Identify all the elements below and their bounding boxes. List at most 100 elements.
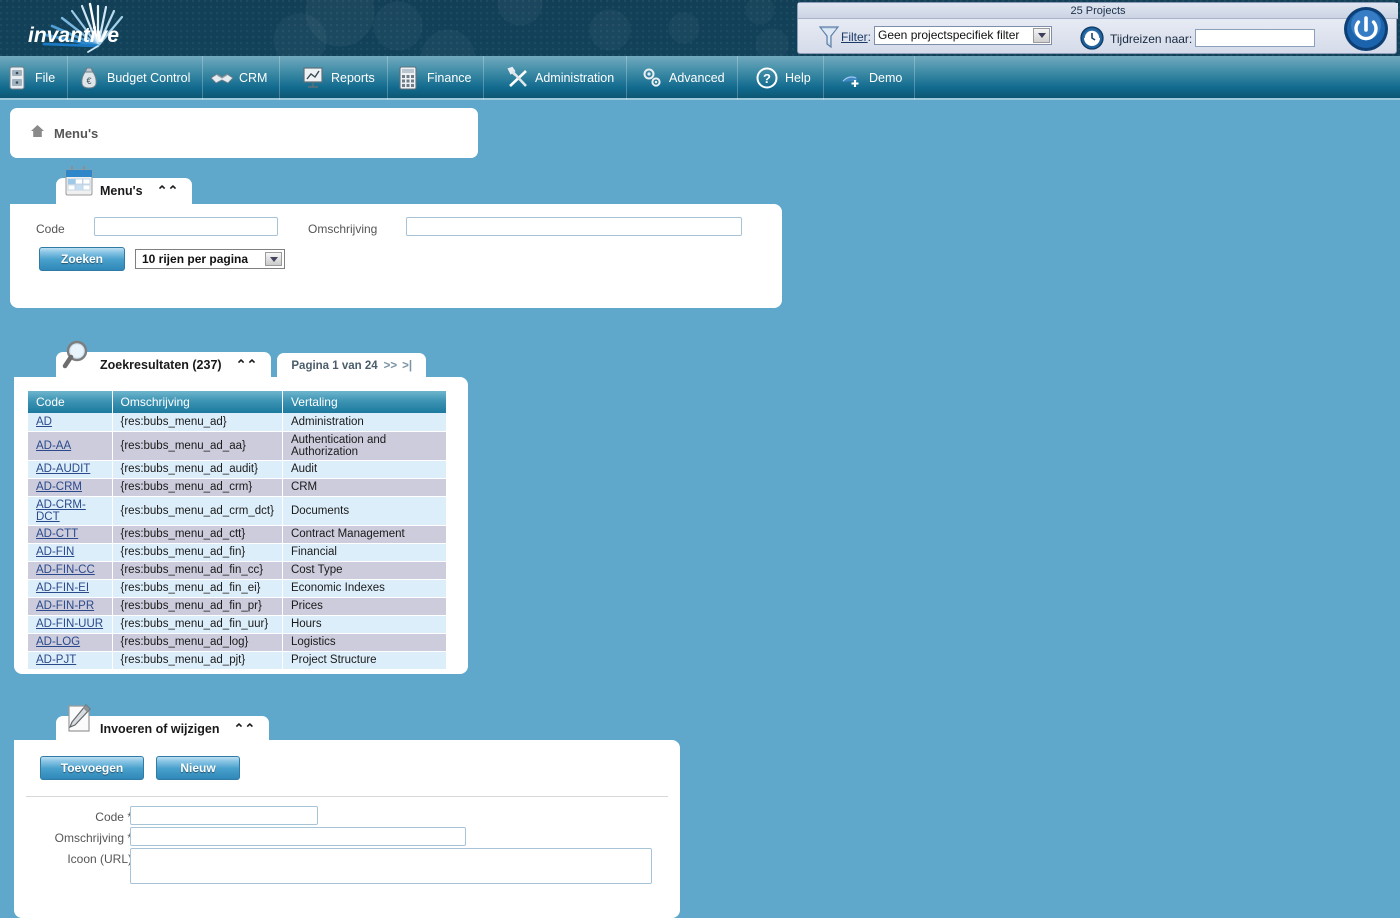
cell-vertaling: Cost Type: [282, 561, 447, 580]
cell-vertaling: CRM: [282, 478, 447, 497]
power-off-icon[interactable]: [1343, 6, 1389, 52]
row-code-link[interactable]: AD-FIN-CC: [36, 564, 95, 576]
row-code-link[interactable]: AD-AUDIT: [36, 463, 90, 475]
cell-vertaling: Economic Indexes: [282, 579, 447, 598]
row-code-link[interactable]: AD-CTT: [36, 528, 78, 540]
table-row[interactable]: AD-PJT {res:bubs_menu_ad_pjt} Project Stru…: [28, 651, 447, 670]
table-row[interactable]: AD-CRM {res:bubs_menu_ad_crm} CRM: [28, 478, 447, 497]
column-header-vertaling[interactable]: Vertaling: [282, 391, 447, 413]
search-button[interactable]: Zoeken: [39, 247, 125, 271]
row-code-link[interactable]: AD-FIN-PR: [36, 600, 94, 612]
row-code-link[interactable]: AD-CRM-DCT: [36, 499, 86, 523]
project-filter-select[interactable]: Geen projectspecifiek filter: [874, 26, 1052, 45]
cell-code: AD-AUDIT: [28, 460, 113, 479]
search-description-input[interactable]: [406, 217, 742, 236]
tab-menus[interactable]: Menu's ⌃⌃: [56, 166, 193, 204]
breadcrumb-label: Menu's: [54, 125, 99, 141]
row-code-link[interactable]: AD-FIN-EI: [36, 582, 89, 594]
cell-omschrijving: {res:bubs_menu_ad}: [112, 413, 283, 432]
cell-omschrijving: {res:bubs_menu_ad_fin_pr}: [112, 597, 283, 616]
column-header-omschrijving[interactable]: Omschrijving: [112, 391, 283, 413]
svg-text:?: ?: [763, 71, 771, 86]
new-button[interactable]: Nieuw: [156, 756, 240, 780]
row-code-link[interactable]: AD-AA: [36, 440, 71, 452]
table-row[interactable]: AD-FIN-CC {res:bubs_menu_ad_fin_cc} Cost T…: [28, 561, 447, 580]
tools-wrench-icon: [506, 66, 528, 90]
cell-vertaling: Contract Management: [282, 525, 447, 544]
table-row[interactable]: AD-AA {res:bubs_menu_ad_aa} Authentication…: [28, 431, 447, 461]
add-button[interactable]: Toevoegen: [40, 756, 144, 780]
results-panel-body: Code Omschrijving Vertaling AD {res:bubs_…: [14, 377, 468, 674]
row-code-link[interactable]: AD-PJT: [36, 654, 76, 666]
calculator-icon: [398, 66, 420, 90]
cell-omschrijving: {res:bubs_menu_ad_log}: [112, 633, 283, 652]
nav-item-crm[interactable]: CRM: [210, 56, 281, 100]
nav-item-demo[interactable]: Demo: [840, 56, 916, 100]
cell-omschrijving: {res:bubs_menu_ad_aa}: [112, 431, 283, 461]
search-description-label: Omschrijving: [308, 222, 378, 236]
table-row[interactable]: AD-FIN {res:bubs_menu_ad_fin} Financial: [28, 543, 447, 562]
table-row[interactable]: AD {res:bubs_menu_ad} Administration: [28, 413, 447, 432]
edit-description-input[interactable]: [130, 827, 466, 846]
tab-label: Zoekresultaten (237): [100, 358, 222, 372]
results-table: Code Omschrijving Vertaling AD {res:bubs_…: [28, 391, 447, 670]
table-row[interactable]: AD-FIN-PR {res:bubs_menu_ad_fin_pr} Prices: [28, 597, 447, 616]
pager-next-button[interactable]: >>: [384, 360, 397, 372]
time-travel-clock-icon[interactable]: [1080, 26, 1104, 50]
pager-last-button[interactable]: >|: [402, 360, 412, 372]
magnifier-icon: [62, 338, 96, 374]
row-code-link[interactable]: AD-FIN: [36, 546, 74, 558]
table-row[interactable]: AD-FIN-UUR {res:bubs_menu_ad_fin_uur} Hour…: [28, 615, 447, 634]
cell-omschrijving: {res:bubs_menu_ad_crm}: [112, 478, 283, 497]
edit-icon-url-input[interactable]: [130, 848, 652, 884]
row-code-link[interactable]: AD: [36, 416, 52, 428]
table-row[interactable]: AD-FIN-EI {res:bubs_menu_ad_fin_ei} Econom…: [28, 579, 447, 598]
nav-item-file[interactable]: File: [6, 56, 69, 100]
row-code-link[interactable]: AD-CRM: [36, 481, 82, 493]
time-travel-input[interactable]: [1195, 29, 1315, 47]
presentation-chart-icon: [302, 66, 324, 90]
cell-code: AD-FIN-UUR: [28, 615, 113, 634]
nav-item-finance[interactable]: Finance: [398, 56, 485, 100]
nav-item-label: File: [35, 71, 56, 85]
edit-panel-tabstrip: Invoeren of wijzigen ⌃⌃: [56, 704, 270, 742]
project-count-label: 25 Projects: [798, 3, 1398, 19]
tab-invoeren-of-wijzigen[interactable]: Invoeren of wijzigen ⌃⌃: [56, 704, 270, 742]
table-row[interactable]: AD-CRM-DCT {res:bubs_menu_ad_crm_dct} Docu…: [28, 496, 447, 526]
column-header-code[interactable]: Code: [28, 391, 113, 413]
nav-item-help[interactable]: ? Help: [756, 56, 824, 100]
table-row[interactable]: AD-CTT {res:bubs_menu_ad_ctt} Contract Man…: [28, 525, 447, 544]
row-code-link[interactable]: AD-LOG: [36, 636, 80, 648]
cell-vertaling: Prices: [282, 597, 447, 616]
nav-item-reports[interactable]: Reports: [302, 56, 388, 100]
edit-code-input[interactable]: [130, 806, 318, 825]
chevron-up-icon[interactable]: ⌃⌃: [233, 721, 255, 737]
chevron-up-icon[interactable]: ⌃⌃: [236, 357, 258, 373]
edit-description-label: Omschrijving *: [54, 831, 132, 845]
chevron-down-icon[interactable]: [1033, 28, 1050, 43]
question-circle-icon: ?: [756, 66, 778, 90]
cell-code: AD-PJT: [28, 651, 113, 670]
breadcrumb[interactable]: Menu's: [10, 108, 478, 158]
table-row[interactable]: AD-AUDIT {res:bubs_menu_ad_audit} Audit: [28, 460, 447, 479]
table-row[interactable]: AD-LOG {res:bubs_menu_ad_log} Logistics: [28, 633, 447, 652]
nav-item-administration[interactable]: Administration: [506, 56, 628, 100]
nav-item-advanced[interactable]: Advanced: [640, 56, 738, 100]
pager-tab[interactable]: Pagina 1 van 24 >> >|: [277, 353, 427, 378]
handshake-icon: [210, 66, 234, 90]
search-code-input[interactable]: [94, 217, 278, 236]
cell-code: AD-CTT: [28, 525, 113, 544]
tab-search-results[interactable]: Zoekresultaten (237) ⌃⌃: [56, 340, 272, 378]
cell-vertaling: Hours: [282, 615, 447, 634]
time-travel-label: Tijdreizen naar:: [1110, 32, 1193, 46]
user-add-icon: [840, 66, 862, 90]
chevron-down-icon[interactable]: [265, 252, 282, 266]
row-code-link[interactable]: AD-FIN-UUR: [36, 618, 103, 630]
main-menu-bar: File € Budget Control CRM Reports Financ…: [0, 56, 1400, 100]
cell-code: AD-CRM: [28, 478, 113, 497]
pencil-document-icon: [62, 702, 96, 738]
rows-per-page-select[interactable]: 10 rijen per pagina: [135, 249, 285, 269]
nav-item-budget-control[interactable]: € Budget Control: [78, 56, 204, 100]
chevron-up-icon[interactable]: ⌃⌃: [157, 183, 179, 199]
edit-panel-body: Toevoegen Nieuw Code * Omschrijving * Ic…: [14, 740, 680, 918]
